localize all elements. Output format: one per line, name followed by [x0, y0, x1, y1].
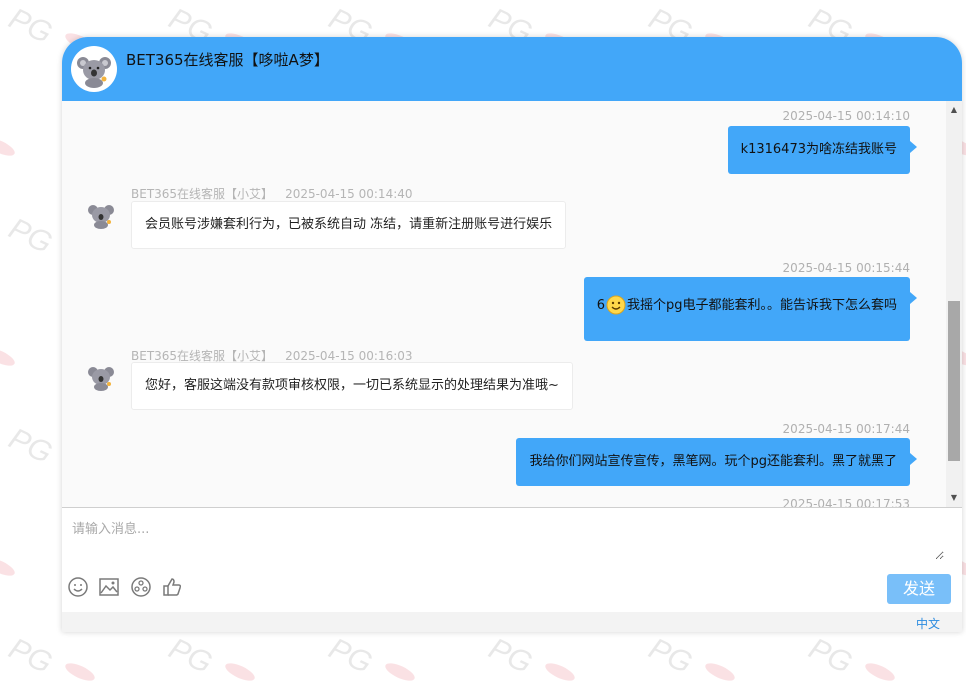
- watermark-mark: PG: [484, 632, 575, 681]
- message-input[interactable]: [70, 516, 944, 560]
- thumbs-up-icon[interactable]: [160, 575, 184, 599]
- composer: 发送: [62, 507, 962, 613]
- svg-text:PG: PG: [4, 422, 57, 470]
- scroll-up-arrow-icon[interactable]: ▲: [946, 103, 962, 117]
- message-timestamp: 2025-04-15 00:14:40: [285, 187, 413, 201]
- chat-title: BET365在线客服【哆啦A梦】: [126, 51, 329, 69]
- svg-text:PG: PG: [4, 632, 57, 680]
- watermark-mark: PG: [324, 632, 415, 681]
- agent-avatar-icon: [84, 197, 118, 231]
- agent-name: BET365在线客服【小艾】: [131, 187, 274, 201]
- incoming-message-bubble: 会员账号涉嫌套利行为，已被系统自动 冻结，请重新注册账号进行娱乐: [131, 201, 567, 249]
- message-text: 我摇个pg电子都能套利。。能告诉我下怎么套吗: [626, 298, 897, 313]
- emoji-icon[interactable]: [66, 575, 90, 599]
- message-timestamp: 2025-04-15 00:14:10: [782, 109, 910, 123]
- message-scrollbar[interactable]: ▲ ▼: [946, 101, 962, 507]
- watermark-mark: PG: [644, 632, 735, 681]
- outgoing-message-bubble: 6 我摇个pg电子都能套利。。能告诉我下怎么套吗: [583, 277, 918, 341]
- scroll-down-arrow-icon[interactable]: ▼: [946, 491, 962, 505]
- outgoing-message-bubble: k1316473为啥冻结我账号: [727, 126, 918, 174]
- watermark-mark: PG: [4, 632, 95, 681]
- chat-header: BET365在线客服【哆啦A梦】: [62, 37, 962, 101]
- watermark-mark: PG: [0, 138, 15, 156]
- outgoing-message-bubble: 我给你们网站宣传宣传，黑笔网。玩个pg还能套利。黑了就黑了: [516, 438, 917, 486]
- watermark-mark: PG: [164, 632, 255, 681]
- agent-meta: BET365在线客服【小艾】 2025-04-15 00:14:40: [131, 185, 413, 202]
- svg-text:PG: PG: [4, 2, 57, 50]
- chat-window: BET365在线客服【哆啦A梦】 2025-04-15 00:14:10 k13…: [62, 37, 962, 632]
- send-button[interactable]: 发送: [887, 574, 951, 604]
- watermark-mark: PG: [804, 632, 895, 681]
- svg-text:PG: PG: [164, 632, 217, 680]
- svg-text:PG: PG: [324, 632, 377, 680]
- svg-text:PG: PG: [4, 212, 57, 260]
- message-prefix: 6: [596, 298, 605, 313]
- agent-name: BET365在线客服【小艾】: [131, 349, 274, 363]
- watermark-mark: PG: [964, 632, 966, 680]
- message-list[interactable]: 2025-04-15 00:14:10 k1316473为啥冻结我账号 BET3…: [62, 101, 946, 507]
- message-timestamp: 2025-04-15 00:17:53: [782, 497, 910, 507]
- image-icon[interactable]: [97, 575, 121, 599]
- koala-avatar-icon: [71, 46, 117, 92]
- svg-text:PG: PG: [804, 632, 857, 680]
- scroll-thumb[interactable]: [948, 301, 960, 461]
- svg-text:PG: PG: [644, 632, 697, 680]
- svg-text:PG: PG: [484, 632, 537, 680]
- smiley-emoji-icon: [606, 283, 626, 341]
- message-timestamp: 2025-04-15 00:15:44: [782, 261, 910, 275]
- message-timestamp: 2025-04-15 00:16:03: [285, 349, 413, 363]
- chat-footer: 中文: [62, 612, 962, 632]
- watermark-mark: PG: [0, 348, 15, 366]
- language-switch-link[interactable]: 中文: [916, 615, 940, 632]
- agent-avatar-icon: [84, 359, 118, 393]
- message-timestamp: 2025-04-15 00:17:44: [782, 422, 910, 436]
- incoming-message-bubble: 您好，客服这端没有款项审核权限，一切已系统显示的处理结果为准哦~: [131, 362, 573, 410]
- watermark-mark: PG: [0, 558, 15, 576]
- video-icon[interactable]: [129, 575, 153, 599]
